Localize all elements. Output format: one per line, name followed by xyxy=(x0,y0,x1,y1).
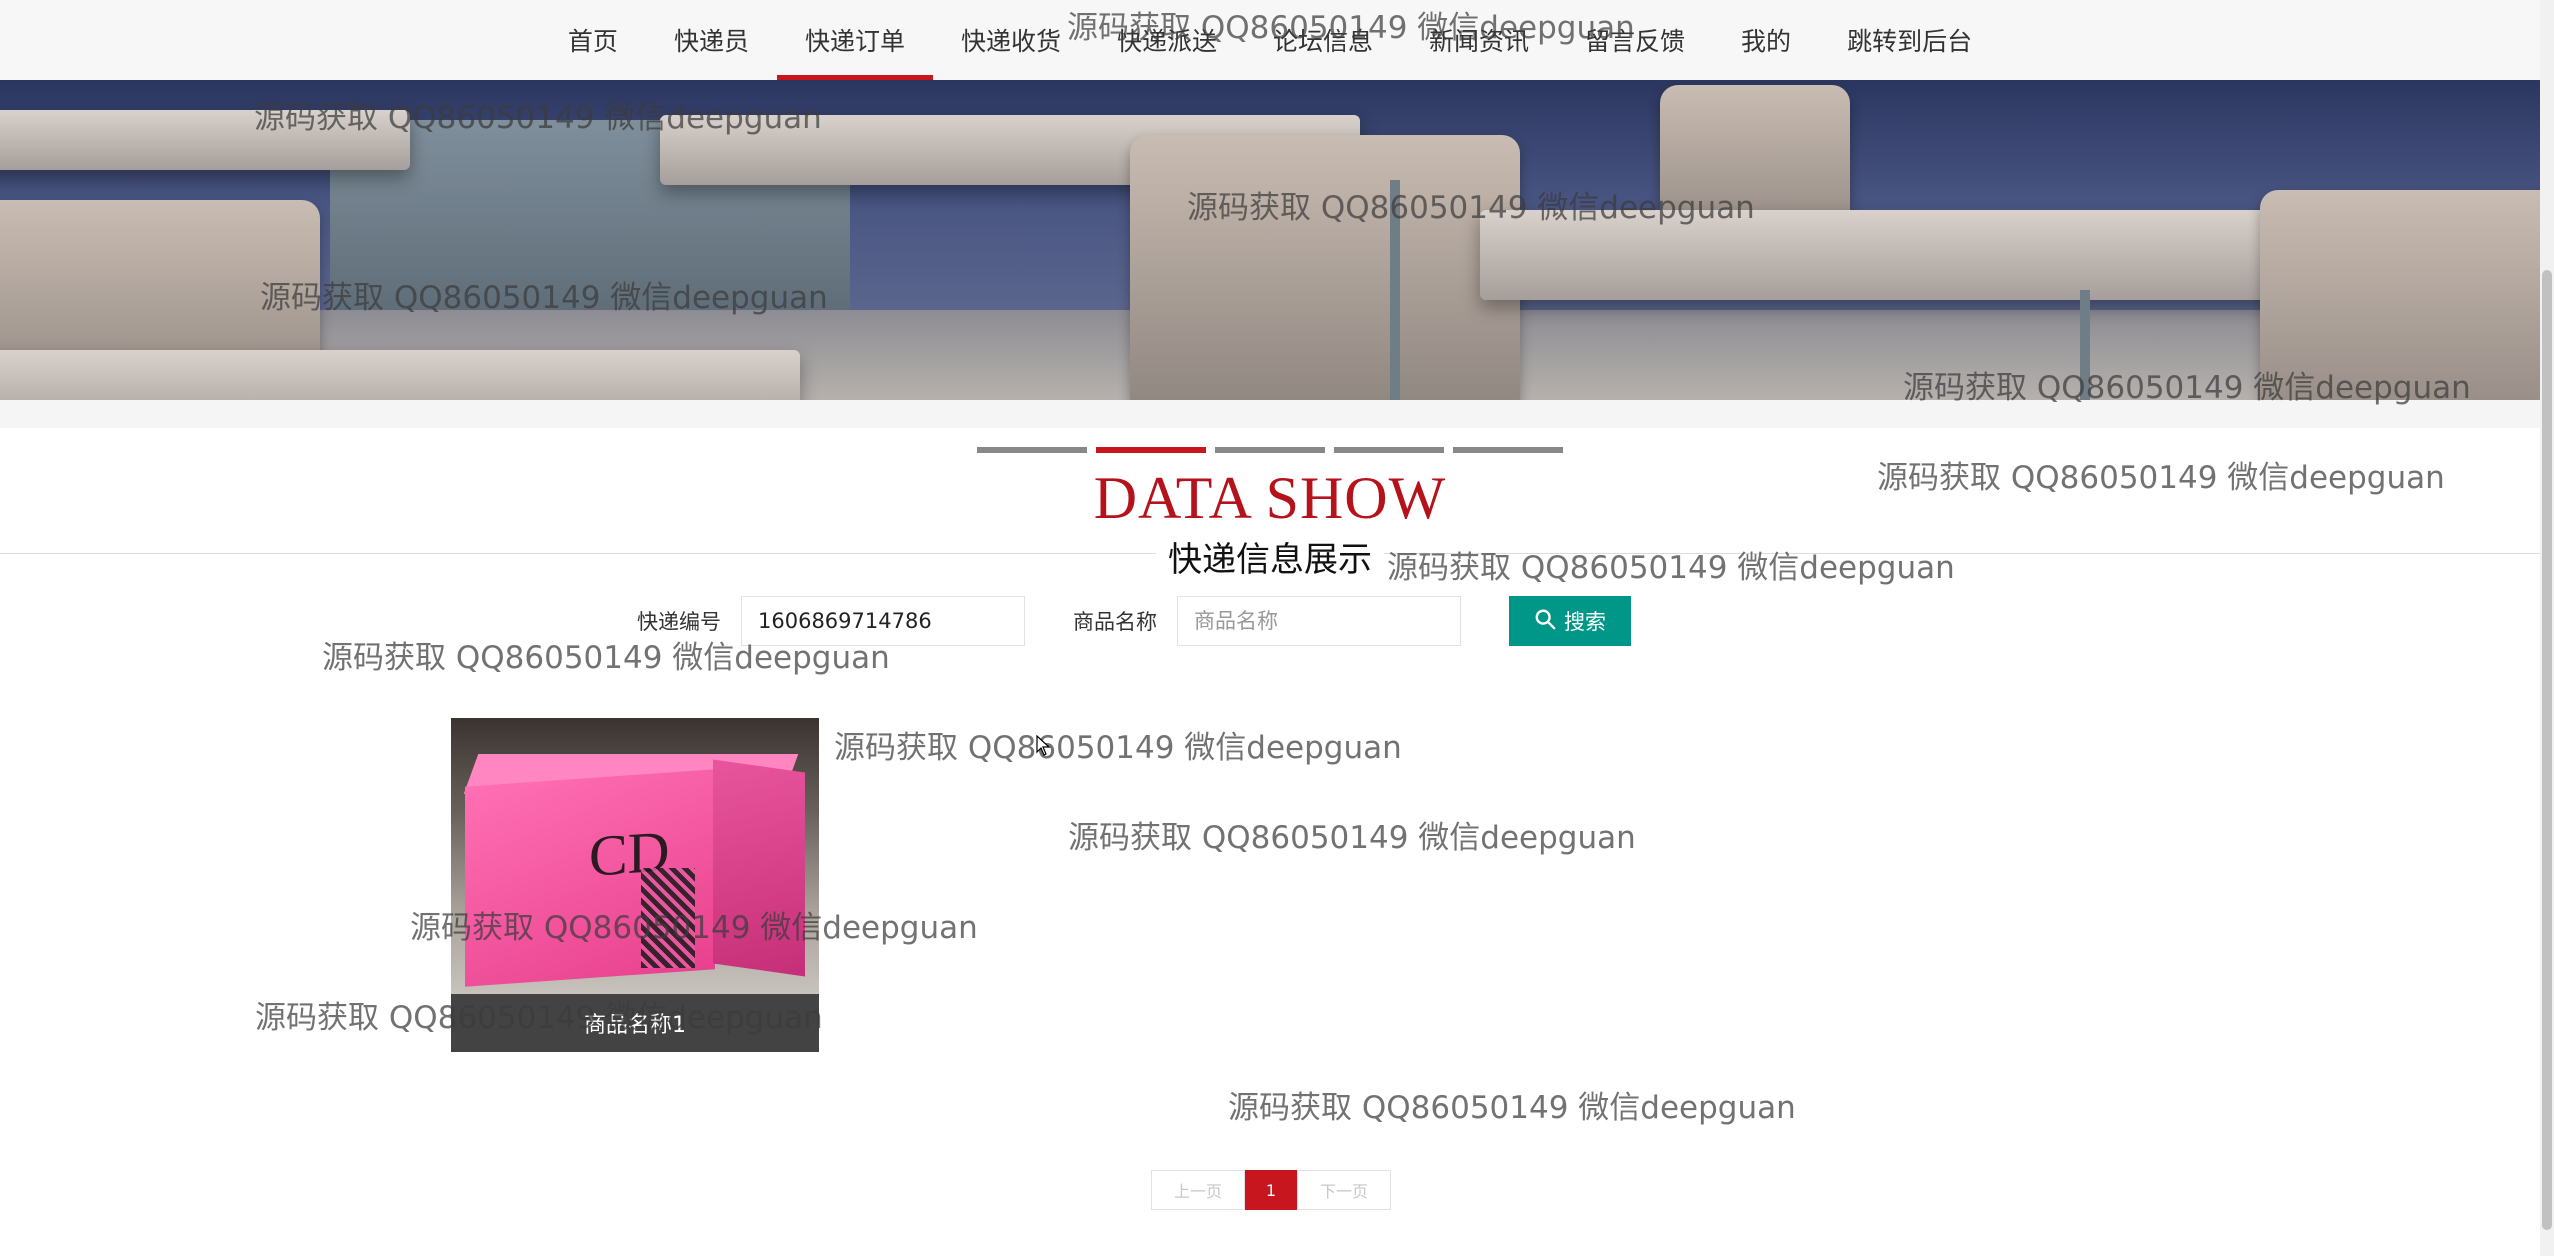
scrollbar-track[interactable] xyxy=(2540,0,2554,1256)
package-photo-icon: CD xyxy=(451,718,819,994)
banner-decor xyxy=(2260,190,2540,400)
nav-item-home[interactable]: 首页 xyxy=(540,0,646,80)
watermark-text: 源码获取 QQ86050149 微信deepguan xyxy=(1228,1090,1796,1126)
banner-decor xyxy=(1130,135,1520,400)
prev-page-button[interactable]: 上一页 xyxy=(1151,1170,1245,1210)
scrollbar-thumb[interactable] xyxy=(2542,270,2552,1230)
banner-decor xyxy=(0,110,410,170)
nav-item-label: 快递员 xyxy=(673,27,749,56)
search-button[interactable]: 搜索 xyxy=(1509,596,1631,646)
nav-item-courier[interactable]: 快递员 xyxy=(646,0,777,80)
pagination: 上一页 1 下一页 xyxy=(1151,1170,1391,1210)
nav-item-receiving[interactable]: 快递收货 xyxy=(933,0,1089,80)
product-name: 商品名称1 xyxy=(451,994,819,1052)
banner-carousel[interactable] xyxy=(0,80,2540,400)
nav-item-label: 论坛信息 xyxy=(1273,27,1374,56)
nav-item-label: 快递收货 xyxy=(960,27,1061,56)
nav-item-feedback[interactable]: 留言反馈 xyxy=(1557,0,1713,80)
banner-bottom-strip xyxy=(0,400,2540,428)
banner-decor xyxy=(0,350,800,400)
product-name-input[interactable] xyxy=(1177,596,1461,646)
package-photo-part xyxy=(713,759,805,977)
product-name-label: 商品名称 xyxy=(1073,610,1157,634)
next-page-button[interactable]: 下一页 xyxy=(1297,1170,1391,1210)
watermark-text: 源码获取 QQ86050149 微信deepguan xyxy=(834,730,1402,766)
nav-item-label: 我的 xyxy=(1741,27,1792,56)
section-subtitle-wrap: 快递信息展示 xyxy=(0,532,2540,581)
banner-decor xyxy=(2080,290,2090,400)
product-card[interactable]: CD 商品名称1 xyxy=(451,718,819,1052)
nav-item-label: 跳转到后台 xyxy=(1847,27,1973,56)
mouse-cursor-icon xyxy=(1036,735,1051,756)
carousel-indicator[interactable] xyxy=(1334,447,1444,453)
nav-item-forum[interactable]: 论坛信息 xyxy=(1245,0,1401,80)
nav-item-mine[interactable]: 我的 xyxy=(1713,0,1819,80)
nav-item-label: 快递订单 xyxy=(804,27,905,56)
package-photo-part xyxy=(641,868,695,968)
search-icon xyxy=(1534,608,1556,635)
section-title: DATA SHOW xyxy=(1093,465,1447,531)
nav-item-news[interactable]: 新闻资讯 xyxy=(1401,0,1557,80)
nav-item-label: 首页 xyxy=(567,27,618,56)
carousel-indicator[interactable] xyxy=(1215,447,1325,453)
watermark-text: 源码获取 QQ86050149 微信deepguan xyxy=(1068,820,1636,856)
tracking-number-input[interactable] xyxy=(741,596,1025,646)
nav-item-label: 留言反馈 xyxy=(1585,27,1686,56)
page-number-button[interactable]: 1 xyxy=(1245,1170,1297,1210)
section-subtitle: 快递信息展示 xyxy=(1156,540,1384,580)
banner-decor xyxy=(1390,180,1400,400)
carousel-indicator[interactable] xyxy=(1096,447,1206,453)
nav-item-delivery[interactable]: 快递派送 xyxy=(1089,0,1245,80)
nav-item-admin[interactable]: 跳转到后台 xyxy=(1819,0,2000,80)
nav-item-label: 新闻资讯 xyxy=(1429,27,1530,56)
search-button-label: 搜索 xyxy=(1564,610,1606,634)
carousel-indicator[interactable] xyxy=(1453,447,1563,453)
carousel-indicator[interactable] xyxy=(977,447,1087,453)
nav-item-label: 快递派送 xyxy=(1116,27,1217,56)
nav-item-orders[interactable]: 快递订单 xyxy=(776,0,933,80)
top-nav: 首页 快递员 快递订单 快递收货 快递派送 论坛信息 新闻资讯 留言反馈 我的 … xyxy=(0,0,2540,81)
tracking-number-label: 快递编号 xyxy=(637,610,721,634)
carousel-indicators xyxy=(977,447,1563,453)
search-bar: 快递编号 商品名称 搜索 xyxy=(637,596,1631,646)
